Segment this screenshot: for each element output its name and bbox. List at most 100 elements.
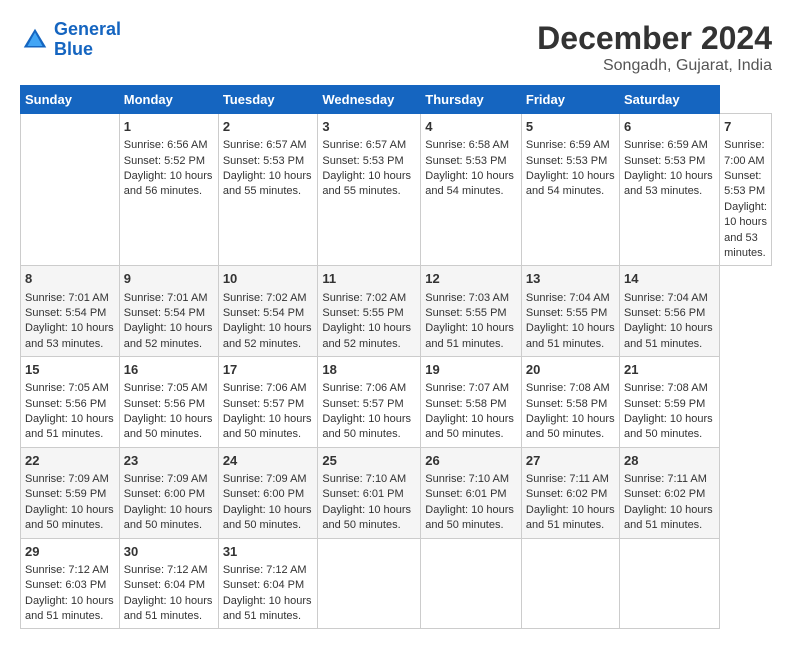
calendar-cell: 9Sunrise: 7:01 AMSunset: 5:54 PMDaylight… (119, 266, 218, 357)
sunset-text: Sunset: 5:54 PM (223, 307, 304, 319)
calendar-cell: 22Sunrise: 7:09 AMSunset: 5:59 PMDayligh… (21, 447, 120, 538)
calendar-cell: 17Sunrise: 7:06 AMSunset: 5:57 PMDayligh… (218, 357, 318, 448)
sunset-text: Sunset: 5:59 PM (624, 398, 705, 410)
calendar-cell: 13Sunrise: 7:04 AMSunset: 5:55 PMDayligh… (521, 266, 619, 357)
sunrise-text: Sunrise: 6:57 AM (322, 139, 406, 151)
day-number: 7 (724, 118, 767, 136)
calendar-cell: 12Sunrise: 7:03 AMSunset: 5:55 PMDayligh… (421, 266, 522, 357)
sunset-text: Sunset: 6:01 PM (322, 488, 403, 500)
sunrise-text: Sunrise: 7:00 AM (724, 139, 764, 166)
calendar-cell: 8Sunrise: 7:01 AMSunset: 5:54 PMDaylight… (21, 266, 120, 357)
sunrise-text: Sunrise: 7:10 AM (425, 473, 509, 485)
sunset-text: Sunset: 5:56 PM (25, 398, 106, 410)
day-number: 14 (624, 270, 715, 288)
calendar-cell: 3Sunrise: 6:57 AMSunset: 5:53 PMDaylight… (318, 114, 421, 266)
calendar-cell: 15Sunrise: 7:05 AMSunset: 5:56 PMDayligh… (21, 357, 120, 448)
sunset-text: Sunset: 5:58 PM (526, 398, 607, 410)
sunrise-text: Sunrise: 7:12 AM (25, 564, 109, 576)
calendar-table: SundayMondayTuesdayWednesdayThursdayFrid… (20, 85, 772, 629)
calendar-cell: 25Sunrise: 7:10 AMSunset: 6:01 PMDayligh… (318, 447, 421, 538)
sunrise-text: Sunrise: 7:02 AM (322, 292, 406, 304)
logo-icon (20, 25, 50, 55)
calendar-cell: 6Sunrise: 6:59 AMSunset: 5:53 PMDaylight… (619, 114, 719, 266)
daylight-text: Daylight: 10 hours and 51 minutes. (425, 322, 514, 349)
sunset-text: Sunset: 5:53 PM (425, 155, 506, 167)
calendar-cell (318, 538, 421, 629)
sunrise-text: Sunrise: 7:05 AM (25, 382, 109, 394)
sunrise-text: Sunrise: 7:08 AM (624, 382, 708, 394)
sunset-text: Sunset: 6:01 PM (425, 488, 506, 500)
calendar-cell: 31Sunrise: 7:12 AMSunset: 6:04 PMDayligh… (218, 538, 318, 629)
daylight-text: Daylight: 10 hours and 54 minutes. (526, 170, 615, 197)
sunset-text: Sunset: 5:54 PM (25, 307, 106, 319)
calendar-cell (421, 538, 522, 629)
sunrise-text: Sunrise: 7:09 AM (223, 473, 307, 485)
daylight-text: Daylight: 10 hours and 53 minutes. (624, 170, 713, 197)
day-number: 19 (425, 361, 517, 379)
sunset-text: Sunset: 5:53 PM (724, 170, 765, 197)
daylight-text: Daylight: 10 hours and 51 minutes. (124, 595, 213, 622)
daylight-text: Daylight: 10 hours and 50 minutes. (25, 504, 114, 531)
sunrise-text: Sunrise: 6:58 AM (425, 139, 509, 151)
daylight-text: Daylight: 10 hours and 50 minutes. (425, 504, 514, 531)
col-header-monday: Monday (119, 86, 218, 114)
daylight-text: Daylight: 10 hours and 50 minutes. (124, 413, 213, 440)
calendar-header: SundayMondayTuesdayWednesdayThursdayFrid… (21, 86, 772, 114)
daylight-text: Daylight: 10 hours and 52 minutes. (322, 322, 411, 349)
sunset-text: Sunset: 5:55 PM (526, 307, 607, 319)
sunset-text: Sunset: 5:53 PM (223, 155, 304, 167)
day-number: 15 (25, 361, 115, 379)
sunset-text: Sunset: 5:56 PM (624, 307, 705, 319)
day-number: 21 (624, 361, 715, 379)
day-number: 27 (526, 452, 615, 470)
daylight-text: Daylight: 10 hours and 51 minutes. (624, 322, 713, 349)
sunrise-text: Sunrise: 7:06 AM (223, 382, 307, 394)
sunrise-text: Sunrise: 7:11 AM (624, 473, 707, 485)
sunrise-text: Sunrise: 7:01 AM (25, 292, 109, 304)
calendar-cell: 16Sunrise: 7:05 AMSunset: 5:56 PMDayligh… (119, 357, 218, 448)
calendar-cell: 30Sunrise: 7:12 AMSunset: 6:04 PMDayligh… (119, 538, 218, 629)
calendar-cell: 11Sunrise: 7:02 AMSunset: 5:55 PMDayligh… (318, 266, 421, 357)
sunset-text: Sunset: 6:04 PM (124, 579, 205, 591)
day-number: 1 (124, 118, 214, 136)
col-header-sunday: Sunday (21, 86, 120, 114)
calendar-cell: 1Sunrise: 6:56 AMSunset: 5:52 PMDaylight… (119, 114, 218, 266)
sunrise-text: Sunrise: 6:56 AM (124, 139, 208, 151)
calendar-cell: 7Sunrise: 7:00 AMSunset: 5:53 PMDaylight… (720, 114, 772, 266)
calendar-cell: 2Sunrise: 6:57 AMSunset: 5:53 PMDaylight… (218, 114, 318, 266)
day-number: 10 (223, 270, 314, 288)
daylight-text: Daylight: 10 hours and 51 minutes. (25, 595, 114, 622)
calendar-cell (521, 538, 619, 629)
daylight-text: Daylight: 10 hours and 51 minutes. (223, 595, 312, 622)
day-number: 4 (425, 118, 517, 136)
calendar-cell: 19Sunrise: 7:07 AMSunset: 5:58 PMDayligh… (421, 357, 522, 448)
day-number: 18 (322, 361, 416, 379)
daylight-text: Daylight: 10 hours and 54 minutes. (425, 170, 514, 197)
daylight-text: Daylight: 10 hours and 50 minutes. (322, 413, 411, 440)
day-number: 25 (322, 452, 416, 470)
sunset-text: Sunset: 6:03 PM (25, 579, 106, 591)
day-number: 29 (25, 543, 115, 561)
sunset-text: Sunset: 6:04 PM (223, 579, 304, 591)
sunrise-text: Sunrise: 7:09 AM (25, 473, 109, 485)
day-number: 12 (425, 270, 517, 288)
daylight-text: Daylight: 10 hours and 50 minutes. (425, 413, 514, 440)
daylight-text: Daylight: 10 hours and 52 minutes. (124, 322, 213, 349)
sunset-text: Sunset: 5:57 PM (322, 398, 403, 410)
day-number: 20 (526, 361, 615, 379)
day-number: 16 (124, 361, 214, 379)
day-number: 6 (624, 118, 715, 136)
sunset-text: Sunset: 6:00 PM (124, 488, 205, 500)
col-header-wednesday: Wednesday (318, 86, 421, 114)
sunrise-text: Sunrise: 7:02 AM (223, 292, 307, 304)
calendar-cell: 26Sunrise: 7:10 AMSunset: 6:01 PMDayligh… (421, 447, 522, 538)
sunset-text: Sunset: 6:02 PM (624, 488, 705, 500)
calendar-cell (619, 538, 719, 629)
col-header-thursday: Thursday (421, 86, 522, 114)
daylight-text: Daylight: 10 hours and 51 minutes. (526, 322, 615, 349)
daylight-text: Daylight: 10 hours and 50 minutes. (124, 504, 213, 531)
daylight-text: Daylight: 10 hours and 50 minutes. (223, 504, 312, 531)
day-number: 5 (526, 118, 615, 136)
day-number: 11 (322, 270, 416, 288)
sunrise-text: Sunrise: 7:05 AM (124, 382, 208, 394)
